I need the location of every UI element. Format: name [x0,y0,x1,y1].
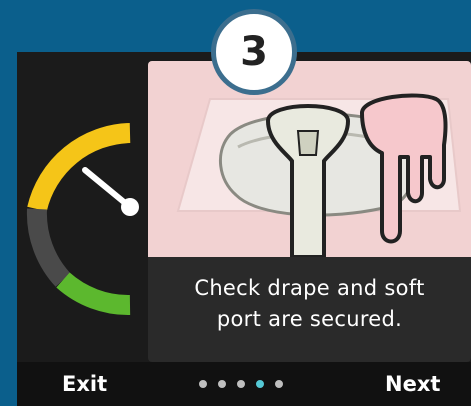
gauge-green-segment [56,272,131,315]
page-dot-active [256,380,264,388]
gauge-needle-hub [121,198,139,216]
roller-tool-slot [296,130,320,156]
page-dot [275,380,283,388]
page-dot [199,380,207,388]
step-instruction: Check drape and soft port are secured. [148,273,471,335]
gauge-gray-segment [26,208,71,287]
page-dot [237,380,245,388]
step-number-badge: 3 [211,9,297,95]
step-content: Check drape and soft port are secured. [148,61,471,362]
main-panel: Check drape and soft port are secured. E… [17,52,471,406]
step-illustration [148,61,471,257]
page-dot [218,380,226,388]
footer-bar: Exit Next [17,362,471,406]
next-button[interactable]: Next [385,370,440,398]
step-instruction-line-2: port are secured. [216,307,403,331]
step-instruction-line-1: Check drape and soft [194,276,425,300]
page-indicator [199,380,283,388]
exit-button[interactable]: Exit [62,370,107,398]
pressure-gauge [17,52,148,362]
